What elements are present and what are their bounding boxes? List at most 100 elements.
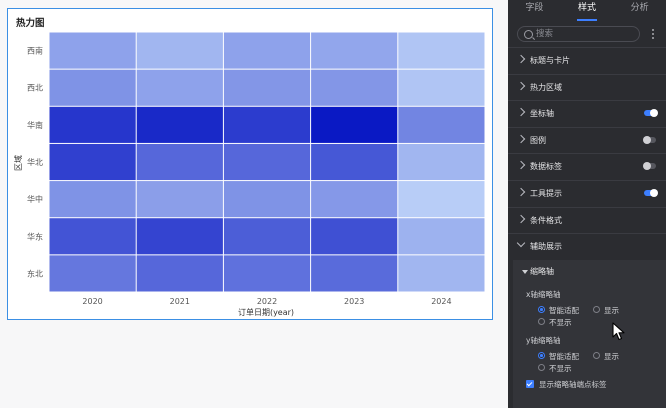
panel-tabs: 字段 样式 分析 [508,0,666,21]
x-thumbnail-axis-label: x轴缩略轴 [526,290,561,299]
heatmap-cell[interactable] [136,255,223,292]
heatmap-cell[interactable] [49,181,136,218]
chevron-right-icon [516,134,526,144]
heatmap-cell[interactable] [49,218,136,255]
section-1[interactable]: 热力区域 [508,73,666,100]
heatmap-cell[interactable] [398,181,485,218]
section-label: 辅助展示 [530,242,562,252]
x-axis-radio-smart-label: 智能适配 [549,306,579,315]
section-label: 标题与卡片 [530,56,570,65]
heatmap-cell[interactable] [49,143,136,181]
y-axis-radio-show[interactable] [593,352,600,359]
heatmap-card[interactable]: 热力图 区域 订单日期(year) 西南 西北 华南 华北 华中 华东 东北 2020 2021… [7,8,493,320]
x-axis-radio-show[interactable] [593,306,600,313]
y-axis-radio-hide[interactable] [538,364,545,371]
heatmap-cell[interactable] [136,106,223,143]
heatmap-cell[interactable] [223,32,311,69]
heatmap-cell[interactable] [311,69,398,106]
section-label: 工具提示 [530,189,562,198]
heatmap-cell[interactable] [136,32,223,69]
y-axis-radio-smart-label: 智能适配 [549,352,579,361]
heatmap-cell[interactable] [311,181,398,218]
heatmap-cell[interactable] [398,255,485,292]
show-endpoint-labels-label: 显示缩略轴端点标签 [539,380,607,389]
heatmap-cell[interactable] [398,143,485,181]
tab-analysis[interactable]: 分析 [613,0,666,20]
section-5[interactable]: 工具提示 [508,180,666,206]
chevron-right-icon [516,214,526,223]
y-tick-label: 西南 [27,46,43,56]
section-toggle[interactable] [644,189,658,197]
chevron-right-icon [516,107,526,117]
show-endpoint-labels-checkbox[interactable] [526,380,534,388]
heatmap-cell[interactable] [49,255,136,292]
heatmap-cell[interactable] [136,218,223,255]
section-0[interactable]: 标题与卡片 [508,47,666,73]
tab-fields[interactable]: 字段 [508,0,561,20]
search-box[interactable] [517,26,640,42]
heatmap-cell[interactable] [49,106,136,143]
x-tick-label: 2020 [82,297,102,306]
heatmap-cell[interactable] [398,218,485,255]
mouse-cursor-icon [612,322,625,341]
y-tick-label: 华中 [27,194,43,204]
more-vertical-icon[interactable] [651,28,654,40]
section-label: 热力区域 [530,82,562,92]
heatmap-cell[interactable] [49,69,136,106]
y-axis-radio-hide-label: 不显示 [549,364,572,373]
heatmap-cell[interactable] [311,255,398,292]
x-tick-label: 2022 [257,297,277,306]
collapse-triangle-icon[interactable] [522,270,528,274]
x-axis-radio-hide-label: 不显示 [549,318,572,327]
heatmap-cell[interactable] [311,106,398,143]
heatmap-cell[interactable] [49,32,136,69]
x-axis-radio-hide[interactable] [538,318,545,325]
x-axis-radio-show-label: 显示 [604,306,619,315]
section-label: 坐标轴 [530,109,554,119]
y-tick-label: 华北 [27,157,43,167]
heatmap-chart: 区域 订单日期(year) 西南西北华南华北华中华东东北 2020 2021 2022… [13,32,485,317]
heatmap-cell[interactable] [398,106,485,143]
heatmap-cell[interactable] [136,69,223,106]
heatmap-cell[interactable] [136,143,223,181]
heatmap-cell[interactable] [223,106,311,143]
y-tick-label: 东北 [27,268,43,278]
tab-style[interactable]: 样式 [561,0,614,21]
x-axis-radio-smart[interactable] [538,306,545,313]
section-label: 数据标签 [530,162,562,172]
heatmap-cell[interactable] [398,69,485,106]
heatmap-cell[interactable] [398,32,485,69]
heatmap-cell[interactable] [136,181,223,218]
section-2[interactable]: 坐标轴 [508,100,666,126]
x-tick-label: 2023 [344,297,364,306]
y-thumbnail-axis-label: y轴缩略轴 [526,336,561,345]
section-7[interactable]: 辅助展示 [508,233,666,259]
section-toggle[interactable] [643,162,656,171]
toggle-knob [650,189,658,197]
section-3[interactable]: 图例 [508,126,666,153]
heatmap-cell[interactable] [223,181,311,218]
heatmap-cell[interactable] [223,255,311,292]
search-input[interactable] [536,27,632,41]
section-toggle[interactable] [643,135,656,144]
chevron-down-icon [516,238,526,248]
y-axis-radio-show-label: 显示 [604,352,619,361]
section-4[interactable]: 数据标签 [508,153,666,179]
chevron-right-icon [516,81,526,90]
section-toggle[interactable] [644,109,658,118]
y-axis-radio-smart[interactable] [538,352,545,359]
toggle-knob [643,135,651,144]
y-tick-label: 华南 [27,120,43,130]
y-tick-label: 西北 [27,84,43,93]
heatmap-cell[interactable] [311,32,398,69]
chart-canvas: 热力图 区域 订单日期(year) 西南 西北 华南 华北 华中 华东 东北 2020 2021… [0,0,508,408]
section-6[interactable]: 条件格式 [508,206,666,233]
heatmap-cell[interactable] [223,218,311,255]
y-axis-title: 区域 [13,155,23,171]
heatmap-cell[interactable] [311,218,398,255]
heatmap-cell[interactable] [223,69,311,106]
thumbnail-axis-title: 缩略轴 [530,267,554,276]
heatmap-cell[interactable] [223,143,311,181]
heatmap-cell[interactable] [311,143,398,181]
x-tick-label: 2021 [170,297,190,306]
